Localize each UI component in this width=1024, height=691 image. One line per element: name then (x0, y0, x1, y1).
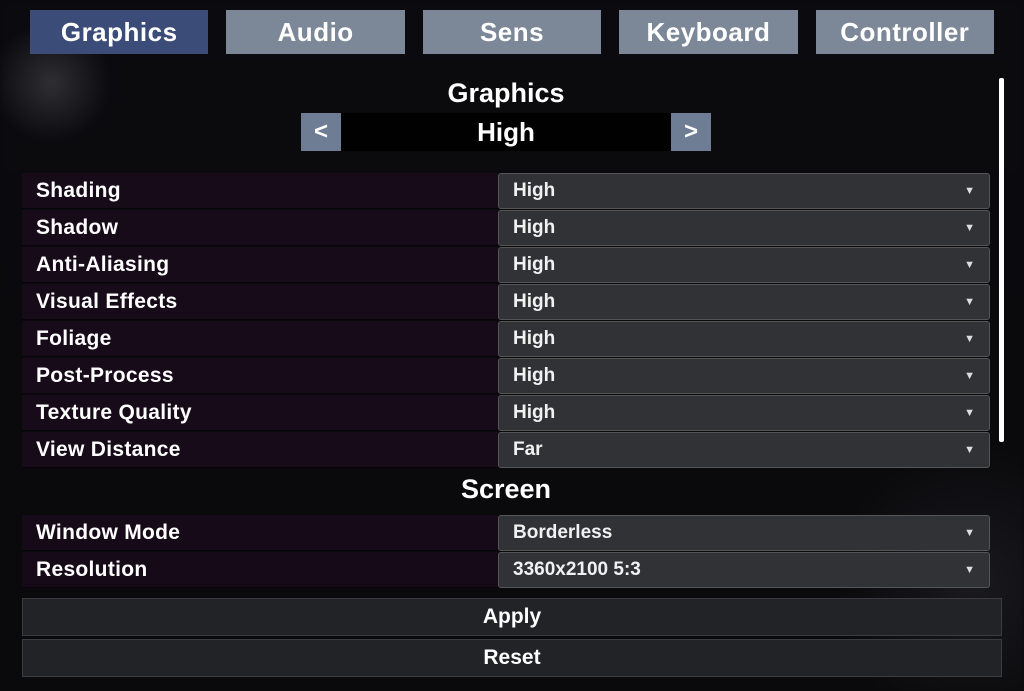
row-resolution: Resolution 3360x2100 5:3 ▼ (22, 552, 990, 588)
scrollbar[interactable] (999, 78, 1004, 442)
label-shading: Shading (22, 173, 498, 209)
select-post-process-value: High (513, 365, 555, 387)
select-window-mode[interactable]: Borderless ▼ (498, 515, 990, 551)
label-window-mode: Window Mode (22, 515, 498, 551)
select-foliage-value: High (513, 328, 555, 350)
chevron-down-icon: ▼ (964, 527, 975, 539)
apply-button[interactable]: Apply (22, 598, 1002, 636)
settings-tabs: Graphics Audio Sens Keyboard Controller (0, 0, 1024, 54)
select-visual-effects-value: High (513, 291, 555, 313)
label-anti-aliasing: Anti-Aliasing (22, 247, 498, 283)
select-resolution[interactable]: 3360x2100 5:3 ▼ (498, 552, 990, 588)
tab-controller[interactable]: Controller (816, 10, 994, 54)
section-title-graphics: Graphics (22, 78, 990, 109)
select-anti-aliasing-value: High (513, 254, 555, 276)
row-foliage: Foliage High ▼ (22, 321, 990, 357)
settings-panel: Graphics < High > Shading High ▼ Shadow (22, 78, 1002, 588)
select-shadow-value: High (513, 217, 555, 239)
chevron-down-icon: ▼ (964, 444, 975, 456)
label-resolution: Resolution (22, 552, 498, 588)
select-anti-aliasing[interactable]: High ▼ (498, 247, 990, 283)
label-view-distance: View Distance (22, 432, 498, 468)
chevron-down-icon: ▼ (964, 259, 975, 271)
preset-value: High (341, 113, 671, 151)
row-shadow: Shadow High ▼ (22, 210, 990, 246)
label-post-process: Post-Process (22, 358, 498, 394)
select-shading-value: High (513, 180, 555, 202)
select-view-distance-value: Far (513, 439, 543, 461)
preset-next-button[interactable]: > (671, 113, 711, 151)
chevron-down-icon: ▼ (964, 333, 975, 345)
row-visual-effects: Visual Effects High ▼ (22, 284, 990, 320)
select-window-mode-value: Borderless (513, 522, 612, 544)
graphics-preset-stepper: < High > (22, 113, 990, 151)
select-view-distance[interactable]: Far ▼ (498, 432, 990, 468)
graphics-rows: Shading High ▼ Shadow High ▼ Anti-Aliasi… (22, 173, 990, 468)
reset-button[interactable]: Reset (22, 639, 1002, 677)
row-window-mode: Window Mode Borderless ▼ (22, 515, 990, 551)
label-texture-quality: Texture Quality (22, 395, 498, 431)
row-anti-aliasing: Anti-Aliasing High ▼ (22, 247, 990, 283)
tab-graphics[interactable]: Graphics (30, 10, 208, 54)
preset-prev-button[interactable]: < (301, 113, 341, 151)
screen-rows: Window Mode Borderless ▼ Resolution 3360… (22, 515, 990, 588)
select-post-process[interactable]: High ▼ (498, 358, 990, 394)
select-shadow[interactable]: High ▼ (498, 210, 990, 246)
chevron-down-icon: ▼ (964, 185, 975, 197)
row-texture-quality: Texture Quality High ▼ (22, 395, 990, 431)
chevron-down-icon: ▼ (964, 370, 975, 382)
section-title-screen: Screen (22, 474, 990, 505)
select-texture-quality[interactable]: High ▼ (498, 395, 990, 431)
label-shadow: Shadow (22, 210, 498, 246)
chevron-down-icon: ▼ (964, 407, 975, 419)
row-post-process: Post-Process High ▼ (22, 358, 990, 394)
label-foliage: Foliage (22, 321, 498, 357)
select-texture-quality-value: High (513, 402, 555, 424)
tab-audio[interactable]: Audio (226, 10, 404, 54)
tab-keyboard[interactable]: Keyboard (619, 10, 797, 54)
row-view-distance: View Distance Far ▼ (22, 432, 990, 468)
tab-sens[interactable]: Sens (423, 10, 601, 54)
select-foliage[interactable]: High ▼ (498, 321, 990, 357)
chevron-down-icon: ▼ (964, 296, 975, 308)
label-visual-effects: Visual Effects (22, 284, 498, 320)
chevron-down-icon: ▼ (964, 564, 975, 576)
chevron-down-icon: ▼ (964, 222, 975, 234)
footer-buttons: Apply Reset (22, 598, 1002, 677)
select-resolution-value: 3360x2100 5:3 (513, 559, 641, 581)
select-shading[interactable]: High ▼ (498, 173, 990, 209)
select-visual-effects[interactable]: High ▼ (498, 284, 990, 320)
row-shading: Shading High ▼ (22, 173, 990, 209)
